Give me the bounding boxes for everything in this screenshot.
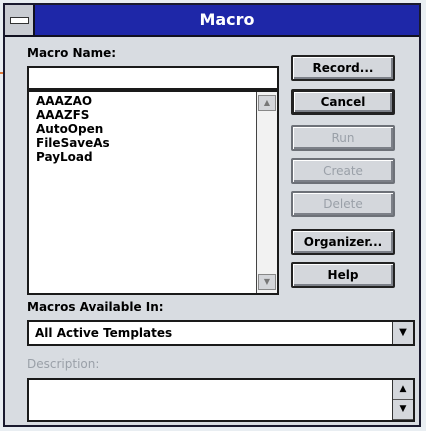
macros-available-value: All Active Templates (35, 326, 173, 340)
system-menu-icon (10, 17, 29, 24)
run-button[interactable]: Run (291, 125, 395, 151)
record-button[interactable]: Record... (291, 55, 395, 81)
help-button[interactable]: Help (291, 262, 395, 288)
cancel-button[interactable]: Cancel (291, 89, 395, 115)
list-scrollbar[interactable]: ▲ ▼ (256, 92, 277, 293)
macro-dialog: Macro Macro Name: AAAZAO AAAZFS AutoOpen… (3, 3, 421, 427)
list-item[interactable]: AAAZFS (29, 108, 257, 122)
arrow-down-icon[interactable]: ▼ (258, 274, 276, 290)
macro-list: AAAZAO AAAZFS AutoOpen FileSaveAs PayLoa… (29, 94, 257, 293)
description-field[interactable]: ▲ ▼ (27, 378, 415, 422)
list-item[interactable]: FileSaveAs (29, 136, 257, 150)
macro-name-label: Macro Name: (27, 46, 117, 60)
macro-name-input[interactable] (27, 66, 279, 90)
create-button[interactable]: Create (291, 158, 395, 184)
system-menu-button[interactable] (5, 5, 35, 35)
macros-available-label: Macros Available In: (27, 300, 164, 314)
window-title: Macro (199, 10, 255, 29)
macros-available-select[interactable]: All Active Templates ▼ (27, 320, 415, 346)
arrow-up-icon[interactable]: ▲ (258, 95, 276, 111)
arrow-down-icon[interactable]: ▼ (393, 400, 413, 420)
arrow-up-icon[interactable]: ▲ (393, 380, 413, 400)
description-label: Description: (27, 357, 100, 371)
macro-listbox[interactable]: AAAZAO AAAZFS AutoOpen FileSaveAs PayLoa… (27, 90, 279, 295)
organizer-button[interactable]: Organizer... (291, 229, 395, 255)
list-item[interactable]: PayLoad (29, 150, 257, 164)
dropdown-arrow-icon[interactable]: ▼ (392, 322, 413, 344)
title-bar: Macro (5, 5, 419, 37)
list-item[interactable]: AAAZAO (29, 94, 257, 108)
list-item[interactable]: AutoOpen (29, 122, 257, 136)
description-scrollbar[interactable]: ▲ ▼ (392, 380, 413, 420)
delete-button[interactable]: Delete (291, 191, 395, 217)
